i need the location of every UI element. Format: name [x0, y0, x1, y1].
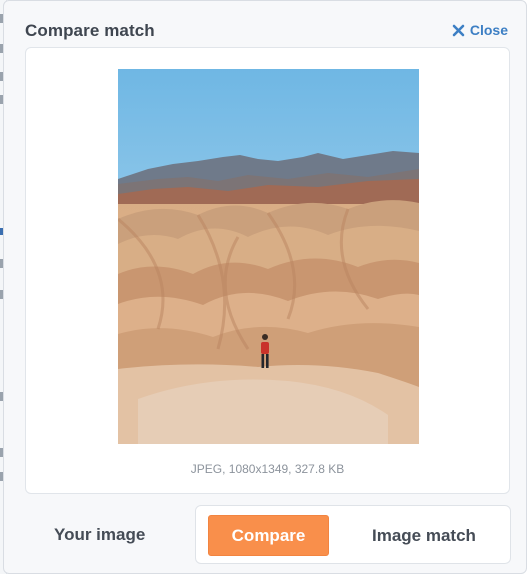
- uploaded-image: [118, 69, 419, 444]
- compare-button[interactable]: Compare: [208, 515, 329, 556]
- close-label: Close: [469, 22, 508, 38]
- close-icon: [452, 24, 465, 37]
- image-match-tab[interactable]: Image match: [372, 526, 476, 546]
- modal-title: Compare match: [25, 21, 155, 40]
- compare-action-group: Compare Image match: [195, 505, 511, 564]
- file-info: JPEG, 1080x1349, 327.8 KB: [190, 462, 345, 476]
- compare-match-modal: Compare match Close JPEG, 1080x1349, 327…: [3, 0, 527, 574]
- close-button[interactable]: Close: [452, 22, 508, 38]
- image-preview-card: JPEG, 1080x1349, 327.8 KB: [25, 47, 510, 494]
- your-image-tab[interactable]: Your image: [54, 525, 145, 545]
